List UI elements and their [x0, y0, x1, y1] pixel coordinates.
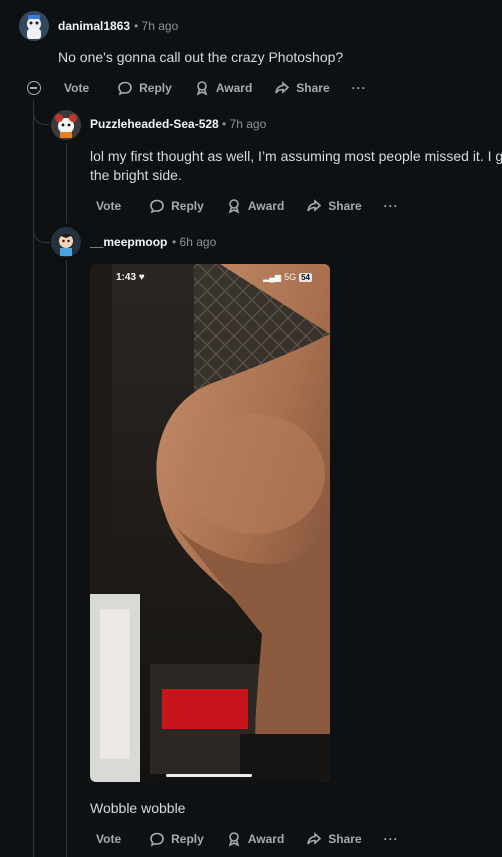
share-icon: [307, 832, 322, 845]
reply-icon: [118, 81, 132, 96]
award-label: Award: [247, 832, 285, 846]
vote-label: Vote: [96, 199, 122, 213]
comment-text: No one's gonna call out the crazy Photos…: [58, 49, 344, 65]
comment-text-line-1: lol my first thought as well, I’m assumi…: [90, 148, 502, 164]
thread-line-reply-1[interactable]: [66, 143, 67, 223]
network-label: 5G: [284, 272, 297, 282]
thread-connector-1: [33, 100, 50, 125]
battery-icon: 54: [299, 272, 312, 282]
thread-connector-2: [33, 218, 50, 243]
comment-text-line-2: the bright side.: [90, 167, 182, 183]
reply-button[interactable]: Reply: [149, 198, 204, 214]
comment-actions: Vote Reply Award Share ···: [90, 194, 399, 218]
reply-icon: [150, 832, 164, 847]
signal-icon: ▂▄▆: [263, 272, 282, 282]
vote-group: Vote: [58, 81, 95, 95]
award-label: Award: [215, 81, 253, 95]
award-button[interactable]: Award: [226, 831, 284, 847]
comment-meta: • 7h ago: [134, 19, 178, 33]
share-button[interactable]: Share: [306, 831, 362, 847]
vote-label: Vote: [96, 832, 122, 846]
status-time-text: 1:43: [116, 272, 137, 283]
avatar[interactable]: [51, 110, 81, 140]
comment-time[interactable]: 7h ago: [230, 117, 267, 131]
more-options-icon[interactable]: ···: [384, 832, 399, 846]
reply-button[interactable]: Reply: [117, 80, 172, 96]
comment-username[interactable]: __meepmoop: [90, 235, 167, 249]
status-time: 1:43 ♥: [116, 272, 145, 283]
comment-username[interactable]: Puzzleheaded-Sea-528: [90, 117, 219, 131]
collapse-thread-button[interactable]: [27, 81, 41, 95]
comment-actions: Vote Reply Award Share ···: [90, 827, 399, 851]
comment-time[interactable]: 6h ago: [180, 235, 217, 249]
vote-label: Vote: [64, 81, 90, 95]
share-label: Share: [328, 832, 362, 846]
meta-separator: •: [134, 19, 139, 33]
reply-button[interactable]: Reply: [149, 831, 204, 847]
comment-actions: Vote Reply Award Share ···: [58, 76, 367, 100]
award-icon: [228, 199, 240, 214]
home-indicator: [166, 774, 252, 777]
reply-label: Reply: [139, 81, 172, 95]
comment-username[interactable]: danimal1863: [58, 19, 130, 33]
photo-illustration: [90, 264, 330, 782]
share-label: Share: [296, 81, 330, 95]
reply-label: Reply: [171, 199, 204, 213]
comment-meta: • 6h ago: [172, 235, 216, 249]
reply-label: Reply: [171, 832, 204, 846]
award-button[interactable]: Award: [226, 198, 284, 214]
avatar[interactable]: [51, 227, 81, 257]
reply-icon: [150, 199, 164, 214]
more-options-icon[interactable]: ···: [384, 199, 399, 213]
more-options-icon[interactable]: ···: [352, 81, 367, 95]
award-icon: [196, 81, 208, 96]
comment-meta: • 7h ago: [222, 117, 266, 131]
vote-group: Vote: [90, 832, 127, 846]
avatar[interactable]: [19, 11, 49, 41]
thread-line-main[interactable]: [33, 100, 34, 857]
comment-image[interactable]: 1:43 ♥ ▂▄▆ 5G 54: [90, 264, 330, 782]
share-label: Share: [328, 199, 362, 213]
comment-text: Wobble wobble: [90, 800, 186, 816]
comment-time[interactable]: 7h ago: [142, 19, 179, 33]
share-button[interactable]: Share: [274, 80, 330, 96]
meta-separator: •: [172, 235, 177, 249]
award-button[interactable]: Award: [194, 80, 252, 96]
status-network: ▂▄▆ 5G 54: [263, 272, 312, 282]
award-icon: [228, 832, 240, 847]
share-button[interactable]: Share: [306, 198, 362, 214]
award-label: Award: [247, 199, 285, 213]
meta-separator: •: [222, 117, 227, 131]
share-icon: [275, 81, 290, 94]
share-icon: [307, 199, 322, 212]
heart-icon: ♥: [138, 272, 145, 283]
vote-group: Vote: [90, 199, 127, 213]
thread-line-reply-2[interactable]: [66, 260, 67, 857]
